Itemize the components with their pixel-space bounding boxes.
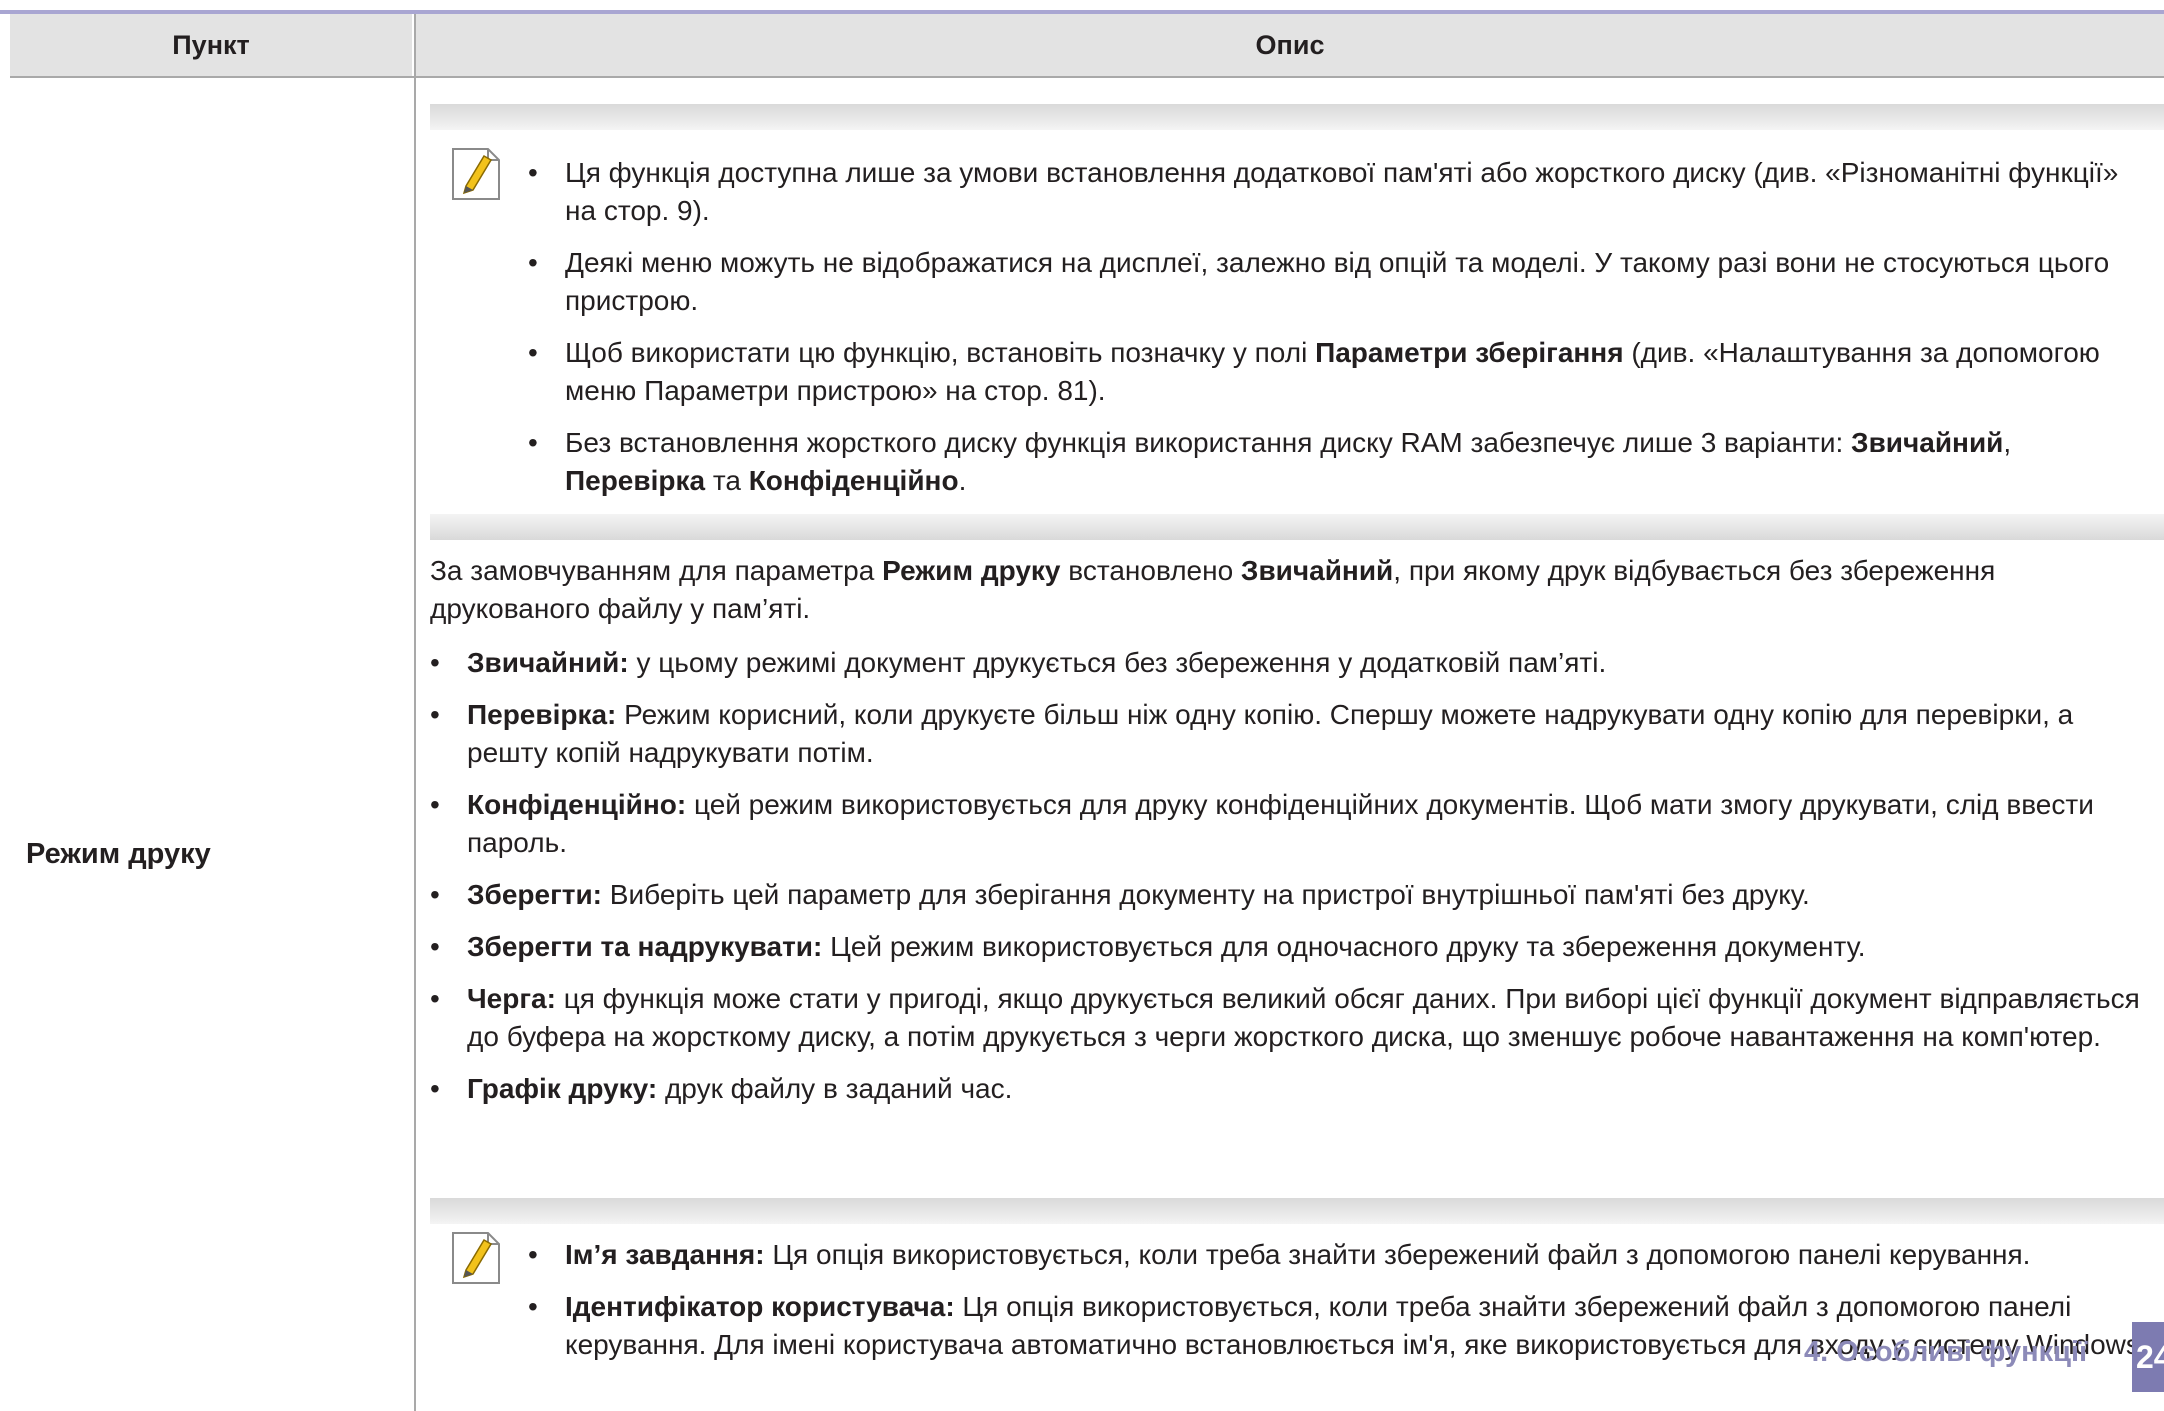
mode-list: Звичайний: у цьому режимі документ друку… — [430, 644, 2150, 1108]
page-number: 24 — [2132, 1322, 2164, 1392]
intro-paragraph: За замовчуванням для параметра Режим дру… — [430, 555, 1996, 624]
list-item: Зберегти: Виберіть цей параметр для збер… — [430, 876, 2150, 914]
note-pencil-icon — [452, 148, 500, 200]
note-box: Ця функція доступна лише за умови встано… — [430, 104, 2164, 540]
note-item: Ім’я завдання: Ця опція використовується… — [528, 1236, 2164, 1274]
list-item: Графік друку: друк файлу в заданий час. — [430, 1070, 2150, 1108]
note-item: Ця функція доступна лише за умови встано… — [528, 154, 2164, 230]
list-item: Перевірка: Режим корисний, коли друкуєте… — [430, 696, 2150, 772]
list-item: Черга: ця функція може стати у пригоді, … — [430, 980, 2150, 1056]
note-bottom-bar — [430, 514, 2164, 540]
note-top-bar — [430, 1198, 2164, 1224]
column-header-item: Пункт — [10, 14, 412, 76]
note-item: Без встановлення жорсткого диску функція… — [528, 424, 2164, 500]
column-divider — [414, 14, 416, 1411]
list-item: Зберегти та надрукувати: Цей режим викор… — [430, 928, 2150, 966]
list-item: Конфіденційно: цей режим використовуєтьс… — [430, 786, 2150, 862]
chapter-label: 4. Особливі функції — [1804, 1336, 2088, 1368]
row-label: Режим друку — [26, 838, 211, 870]
column-header-description: Опис — [416, 14, 2164, 76]
note-item: Щоб використати цю функцію, встановіть п… — [528, 334, 2164, 410]
description: За замовчуванням для параметра Режим дру… — [430, 552, 2150, 1122]
header-divider — [10, 76, 2164, 78]
note-list: Ця функція доступна лише за умови встано… — [430, 154, 2164, 500]
note-pencil-icon — [452, 1232, 500, 1284]
note-item: Деякі меню можуть не відображатися на ди… — [528, 244, 2164, 320]
note-top-bar — [430, 104, 2164, 130]
list-item: Звичайний: у цьому режимі документ друку… — [430, 644, 2150, 682]
